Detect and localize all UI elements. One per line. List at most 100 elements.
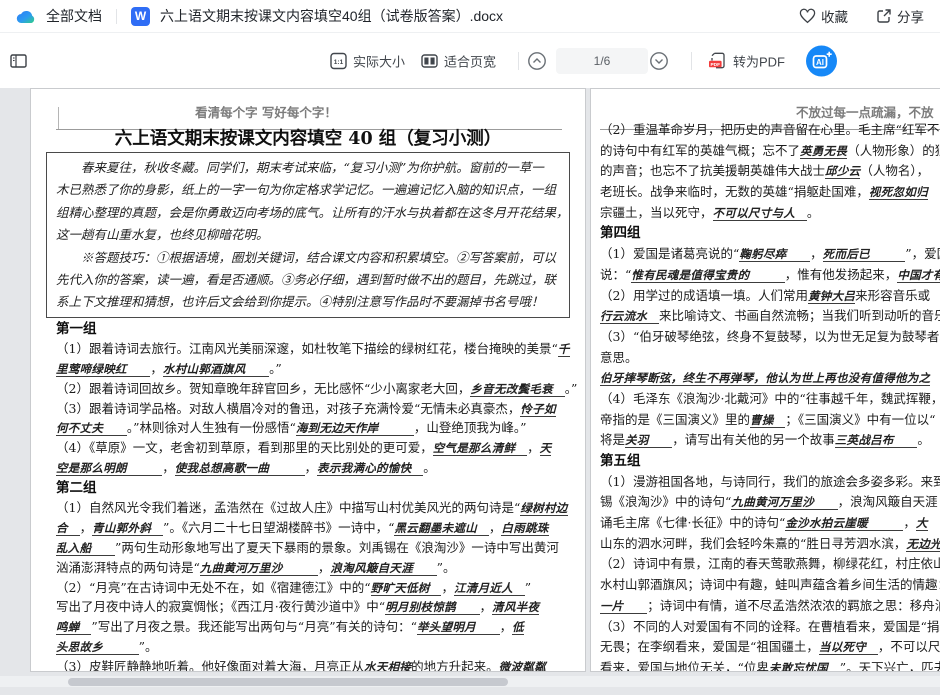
doc-line: 老班长。战争来临时，无数的英雄“捐躯赴国难，视死忽如归 [600,182,940,203]
horizontal-scrollbar-thumb[interactable] [68,678,508,686]
text-run: ， [903,515,916,530]
answer-blank: 金沙水拍云崖暖 [785,516,903,531]
text-run: 宗疆土，当以死守， [600,205,713,220]
answer-blank: 中国才有 [897,268,940,283]
text-run: ，请写出有关他的另一个故事 [672,432,835,447]
doc-line: 第四组 [600,223,940,244]
prev-page-button[interactable] [527,51,547,71]
text-run: ， [810,246,823,261]
text-run: 的声音；也忘不了抗美援朝英雄伟大战士 [600,163,825,178]
favorite-button[interactable]: 收藏 [799,6,848,26]
word-file-icon: W [131,7,150,26]
text-run: （2）用学过的成语填一填。人们常用 [600,288,808,303]
group-heading: 第一组 [56,321,97,337]
text-run: ”，爱国 [905,246,940,261]
doc-line: 里莺啼绿映红 ，水村山郭酒旗风 。” [56,359,586,379]
next-page-button[interactable] [649,51,669,71]
nav-all-docs[interactable]: 全部文档 [46,6,102,26]
answer-blank: 大 [916,516,928,531]
answer-blank: 空气是那么清鲜 [433,441,527,456]
answer-blank: 绿树村边 [520,501,567,516]
horizontal-scrollbar-track[interactable] [0,676,940,687]
text-run: 看来，爱国与地位无关，“位卑 [600,660,769,672]
topbar-right: 收藏 分享 [799,6,924,26]
text-run: （1）跟着诗词去旅行。江南风光美丽深邃，如杜牧笔下描绘的绿树红花，楼台掩映的美景… [56,341,558,356]
ai-assistant-button[interactable]: AI [806,45,837,76]
answer-blank: 死而后已 [823,247,906,262]
share-label: 分享 [897,6,924,26]
fit-page-width-button[interactable]: 适合页宽 [421,51,496,70]
actual-size-button[interactable]: 1:1 实际大小 [330,51,405,70]
doc-line: 鸣蝉 ”写出了月夜之景。我还能写出两句与“月亮”有关的诗句：“举头望明月 ，低 [56,617,586,637]
text-run: ；《三国演义》中有一位以“ [785,412,935,427]
doc-line: （1）漫游祖国各地，与诗同行，我们的旅途会多姿多彩。来到黄 [600,472,940,493]
text-run: 山东的泗水河畔，我们会轻吟朱熹的“胜日寻芳泗水滨， [600,536,906,551]
share-icon [876,8,892,24]
text-run: 汹涌澎湃特点的两句诗是“ [56,560,200,575]
doc-line: 合 ，青山郭外斜 ”。《六月二十七日望湖楼醉书》一诗中，“黑云翻墨未遮山 ，白雨… [56,518,586,538]
text-run: ，浪淘风簸自天涯 [838,494,938,509]
doc-line: 这一趟有山重水复，也终见柳暗花明。 [56,224,560,246]
text-run: 的地方升起来。 [411,659,499,672]
answer-blank: 邱少云 [825,164,860,179]
doc-line: （1）跟着诗词去旅行。江南风光美丽深邃，如杜牧笔下描绘的绿树红花，楼台掩映的美景… [56,339,586,359]
text-run: 春来夏往，秋收冬藏。同学们，期末考试来临，“复习小测”为你护航。窗前的一草一 [56,160,544,175]
text-run: ， [150,361,163,376]
doc-line: 第二组 [56,478,586,498]
convert-to-pdf-button[interactable]: PDF 转为PDF [708,51,785,70]
document-canvas: 看清每个字 写好每个字！ 六上语文期末按课文内容填空 40 组（复习小测） 春来… [0,88,940,695]
answer-blank: 低 [512,620,524,635]
text-run: 来比喻诗文、书画自然流畅；当我们听到动听的音乐 [659,308,940,323]
doc-line: 水村山郭酒旗风；诗词中有趣，蛙叫声蕴含着乡间生活的情趣： [600,575,940,596]
text-run: 写出了月夜中诗人的寂寞惆怅；《西江月·夜行黄沙道中》中“ [56,599,385,614]
text-run: 意思。 [600,350,638,365]
page1-body: 第一组 （1）跟着诗词去旅行。江南风光美丽深邃，如杜牧笔下描绘的绿树红花，楼台掩映… [56,319,586,672]
text-run: （4）《草原》一文，老舍初到草原，看到那里的天比别处的更可爱， [56,440,433,455]
text-run: 水村山郭酒旗风；诗词中有趣，蛙叫声蕴含着乡间生活的情趣： [600,577,940,592]
viewer-toolbar: 1:1 实际大小 适合页宽 1/6 [0,33,940,88]
text-run: （3）皮鞋匠静静地听着。他好像面对着大海，月亮正从 [56,659,364,672]
text-run: 。 [807,205,820,220]
doc-line: 头思故乡 ”。 [56,637,586,657]
doc-line: ※答题技巧：①根据语境，圈划关键词，结合课文内容和积累填空。②写答案前，可以 [56,247,560,269]
doc-line: （3）跟着诗词学品格。对敌人横眉冷对的鲁迅，对孩子充满怜爱“无情未必真豪杰，怜子… [56,399,586,419]
doc-line: 说：“惟有民魂是值得宝贵的 ，惟有他发扬起来，中国才有 [600,265,940,286]
doc-line: 行云流水 来比喻诗文、书画自然流畅；当我们听到动听的音乐 [600,306,940,327]
text-run: ”两句生动形象地写出了夏天下暴雨的景象。刘禹锡在《浪淘沙》一诗中写出黄河 [115,540,559,555]
doc-line: （4）毛泽东《浪淘沙·北戴河》中的“往事越千年，魏武挥鞭， [600,389,940,410]
sidebar-toggle-icon [10,53,27,68]
doc-line: （2）“月亮”在古诗词中无处不在，如《宿建德江》中的“野旷天低树 ，江清月近人 … [56,578,586,598]
ai-sparkle-icon: AI [806,45,837,76]
answer-blank: 头思故乡 [56,640,139,655]
answer-blank: 使我总想高歌一曲 [175,461,305,476]
text-run: 的诗句中有红军的英雄气概；忘不了 [600,143,800,158]
answer-blank: 鞠躬尽瘁 [739,247,810,262]
doc-line: 乱入船 ”两句生动形象地写出了夏天下暴雨的景象。刘禹锡在《浪淘沙》一诗中写出黄河 [56,538,586,558]
convert-to-pdf-label: 转为PDF [733,51,785,70]
doc-line: 何不丈夫 。”林则徐对人生独有一份感悟“海到无边天作岸 ，山登绝顶我为峰。” [56,418,586,438]
text-run: ”。《六月二十七日望湖楼醉书》一诗中，“ [163,520,395,535]
answer-blank: 何不丈夫 [56,421,127,436]
text-run: ，不可以尺 [878,639,940,654]
text-run: 系上下文推理和猜想，也许后文会给到你提示。④特别注意写作品时不要漏掉书名号哦！ [56,294,544,309]
svg-text:PDF: PDF [710,62,720,68]
answer-blank: 惟有民魂是值得宝贵的 [631,268,784,283]
answer-blank: 野旷天低树 [371,581,442,596]
text-run: （2）“月亮”在古诗词中无处不在，如《宿建德江》中的“ [56,580,371,595]
answer-blank: 行云流水 [600,309,659,324]
doc-line: （4）《草原》一文，老舍初到草原，看到那里的天比别处的更可爱，空气是那么清鲜 ，… [56,438,586,458]
text-run: 锡《浪淘沙》中的诗句“ [600,494,731,509]
doc-line: 春来夏往，秋收冬藏。同学们，期末考试来临，“复习小测”为你护航。窗前的一草一 [56,157,560,179]
answer-blank: 九曲黄河万里沙 [200,561,318,576]
doc-line: （3）“伯牙破琴绝弦，终身不复鼓琴，以为世无足复为鼓琴者。” [600,327,940,348]
page-indicator[interactable]: 1/6 [556,48,648,74]
thumbnail-panel-toggle-button[interactable] [10,53,27,68]
text-run: （3）“伯牙破琴绝弦，终身不复鼓琴，以为世无足复为鼓琴者。” [600,329,940,344]
share-button[interactable]: 分享 [876,6,924,26]
svg-text:1:1: 1:1 [334,58,344,65]
doc-line: （3）不同的人对爱国有不同的诠释。在曹植看来，爱国是“捐躯 [600,617,940,638]
doc-line: 木已熟悉了你的身影，纸上的一字一句为你定格求学记忆。一遍遍记忆入脑的知识点，一组 [56,179,560,201]
text-run: （1）自然风光令我们着迷，孟浩然在《过故人庄》中描写山村优美风光的两句诗是“ [56,500,520,515]
doc-line: 一片 ；诗词中有情，道不尽孟浩然浓浓的羁旅之思：移舟泊 [600,596,940,617]
cloud-logo-icon[interactable] [16,9,36,24]
